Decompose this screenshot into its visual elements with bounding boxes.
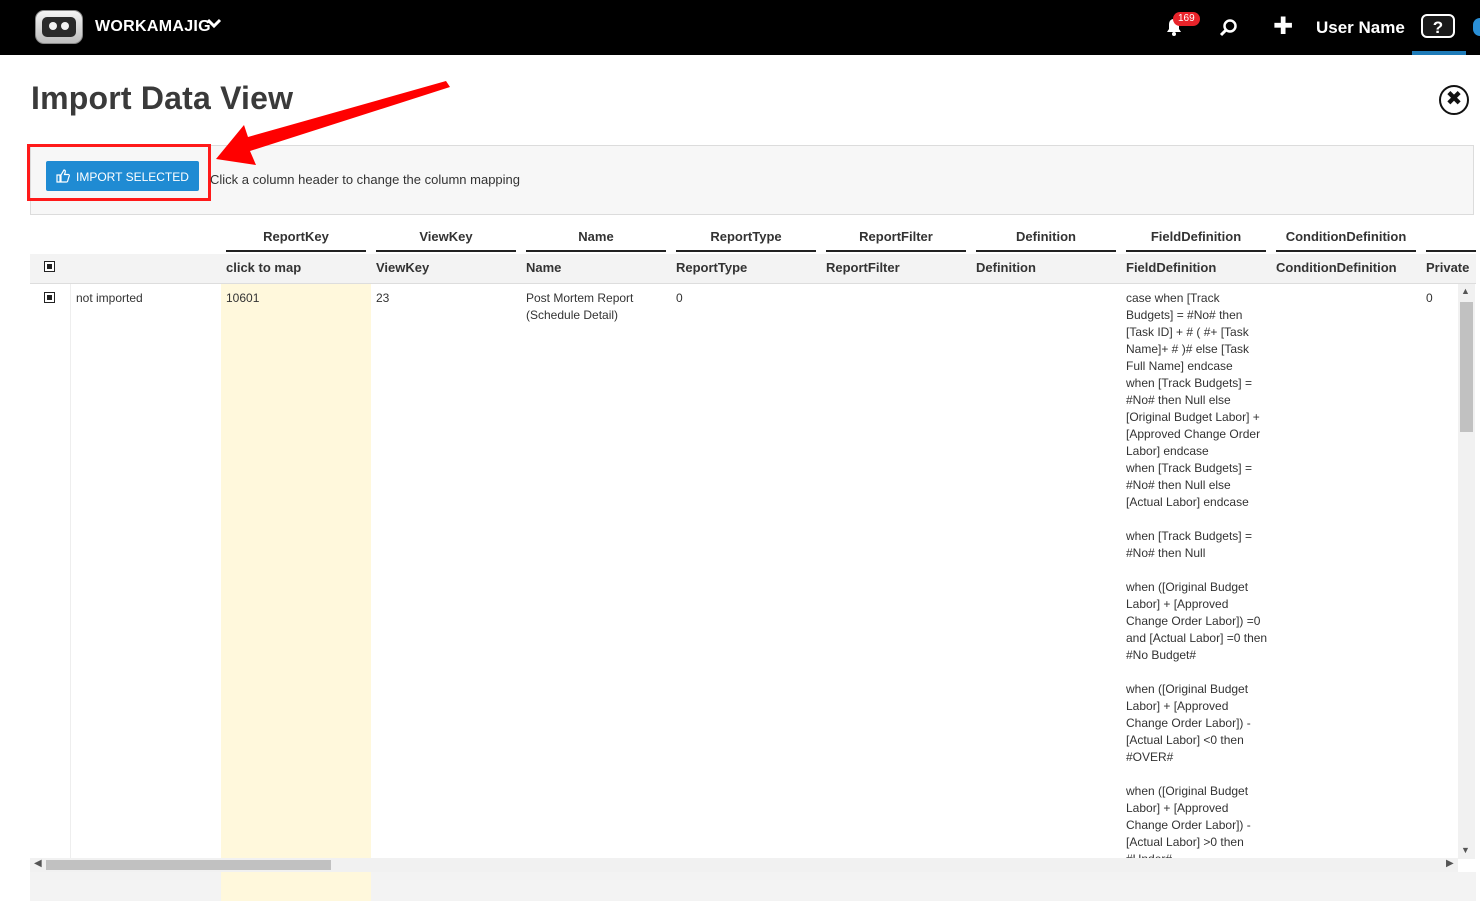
column-header-reportfilter[interactable]: ReportFilter — [826, 229, 966, 244]
column-underline — [676, 250, 816, 252]
cell-name: Post Mortem Report (Schedule Detail) — [526, 291, 634, 322]
user-name[interactable]: User Name — [1316, 18, 1405, 38]
column-underline — [1126, 250, 1266, 252]
mapping-conditiondefinition[interactable]: ConditionDefinition — [1276, 260, 1397, 275]
help-button[interactable]: ? — [1421, 14, 1455, 38]
column-underline — [526, 250, 666, 252]
brand-name[interactable]: WORKAMAJIG — [95, 18, 211, 36]
column-underline — [1276, 250, 1416, 252]
close-icon[interactable]: ✖ — [1439, 85, 1469, 115]
column-header-reporttype[interactable]: ReportType — [676, 229, 816, 244]
column-header-conditiondefinition[interactable]: ConditionDefinition — [1276, 229, 1416, 244]
column-header-name[interactable]: Name — [526, 229, 666, 244]
highlight-box — [27, 144, 211, 201]
edge-indicator — [1473, 18, 1480, 36]
scroll-down-icon[interactable]: ▼ — [1461, 845, 1470, 855]
cell-reporttype: 0 — [676, 291, 683, 305]
search-icon[interactable] — [1219, 18, 1239, 38]
mapping-definition[interactable]: Definition — [976, 260, 1036, 275]
column-underline — [976, 250, 1116, 252]
column-underline — [1426, 250, 1476, 252]
mapped-column-highlight — [221, 284, 371, 901]
cell-fielddefinition: case when [Track Budgets] = #No# then [T… — [1126, 291, 1268, 858]
annotation-arrow — [216, 81, 450, 165]
logo-icon[interactable] — [35, 10, 83, 44]
mapping-fielddefinition[interactable]: FieldDefinition — [1126, 260, 1216, 275]
column-header-definition[interactable]: Definition — [976, 229, 1116, 244]
chevron-down-icon[interactable] — [206, 15, 222, 34]
cell-private: 0 — [1426, 291, 1433, 305]
mapping-viewkey[interactable]: ViewKey — [376, 260, 429, 275]
column-underline — [226, 250, 366, 252]
row-checkbox[interactable] — [44, 292, 55, 303]
mapping-name[interactable]: Name — [526, 260, 561, 275]
mapping-reportkey[interactable]: click to map — [226, 260, 301, 275]
column-header-reportkey[interactable]: ReportKey — [226, 229, 366, 244]
cell-viewkey: 23 — [376, 291, 390, 305]
mapping-reportfilter[interactable]: ReportFilter — [826, 260, 900, 275]
vertical-scroll-thumb[interactable] — [1460, 302, 1473, 432]
column-divider — [70, 284, 71, 901]
notification-badge: 169 — [1173, 12, 1200, 26]
help-underline — [1412, 51, 1466, 55]
plus-icon[interactable]: ✚ — [1273, 15, 1293, 39]
scroll-left-icon[interactable]: ◀ — [34, 858, 42, 869]
select-all-checkbox[interactable] — [44, 261, 55, 272]
cell-reportkey: 10601 — [226, 291, 260, 305]
scroll-up-icon[interactable]: ▲ — [1461, 286, 1470, 296]
column-header-viewkey[interactable]: ViewKey — [376, 229, 516, 244]
mapping-private[interactable]: Private — [1426, 260, 1469, 275]
mapped-column-footer — [221, 872, 371, 901]
column-header-fielddefinition[interactable]: FieldDefinition — [1126, 229, 1266, 244]
mapping-hint: Click a column header to change the colu… — [210, 172, 521, 187]
top-bar — [0, 0, 1480, 55]
column-underline — [376, 250, 516, 252]
column-underline — [826, 250, 966, 252]
mapping-reporttype[interactable]: ReportType — [676, 260, 747, 275]
horizontal-scroll-thumb[interactable] — [46, 860, 331, 870]
row-status: not imported — [76, 291, 143, 305]
scroll-right-icon[interactable]: ▶ — [1446, 858, 1454, 869]
